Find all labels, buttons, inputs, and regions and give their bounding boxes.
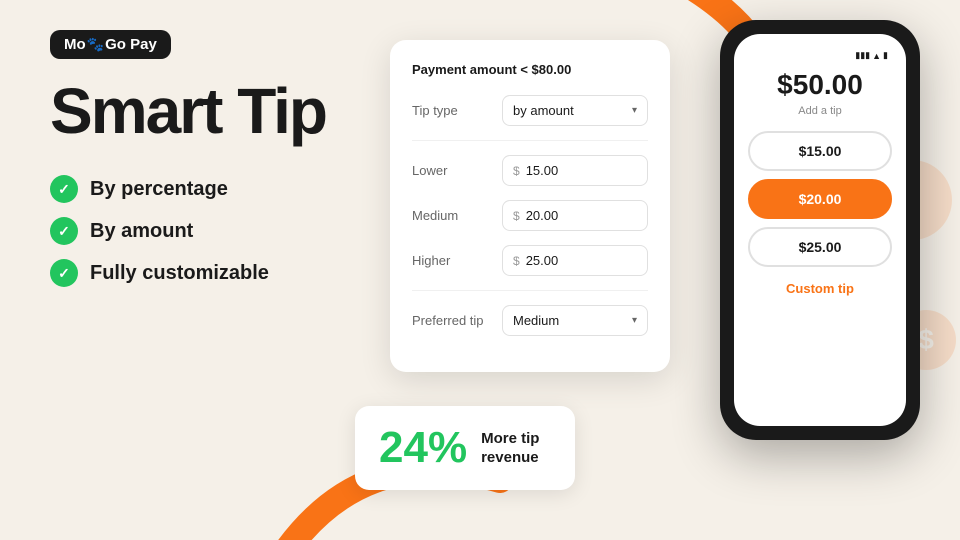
divider	[412, 290, 648, 291]
check-circle-amount: ✓	[50, 217, 78, 245]
chevron-down-icon: ▾	[632, 105, 637, 116]
label-lower: Lower	[412, 163, 502, 178]
select-tip-type-value: by amount	[513, 103, 574, 118]
select-tip-type[interactable]: by amount ▾	[502, 95, 648, 126]
card-title: Payment amount < $80.00	[412, 62, 648, 77]
form-row-preferred: Preferred tip Medium ▾	[412, 305, 648, 336]
check-icon: ✓	[58, 223, 70, 240]
stat-percent: 24%	[379, 426, 467, 470]
currency-symbol: $	[513, 164, 520, 178]
phone-screen: ▮▮▮ ▲ ▮ $50.00 Add a tip $15.00 $20.00 $…	[734, 34, 906, 426]
phone-mockup: ▮▮▮ ▲ ▮ $50.00 Add a tip $15.00 $20.00 $…	[720, 20, 920, 440]
stat-description: More tip revenue	[481, 429, 551, 468]
logo-text: Mo🐾Go Pay	[64, 36, 157, 53]
phone-status-bar: ▮▮▮ ▲ ▮	[748, 50, 892, 61]
check-circle-percentage: ✓	[50, 175, 78, 203]
signal-bars-icon: ▮▮▮	[855, 50, 870, 61]
input-medium-value: 20.00	[526, 208, 559, 223]
logo: Mo🐾Go Pay	[50, 30, 171, 59]
form-row-higher: Higher $ 25.00	[412, 245, 648, 276]
select-preferred-tip[interactable]: Medium ▾	[502, 305, 648, 336]
feature-list: ✓ By percentage ✓ By amount ✓ Fully cust…	[50, 175, 400, 287]
chevron-down-icon: ▾	[632, 315, 637, 326]
main-title: Smart Tip	[50, 79, 400, 143]
phone-add-tip-label: Add a tip	[748, 105, 892, 117]
feature-item-customizable: ✓ Fully customizable	[50, 259, 400, 287]
tip-button-15[interactable]: $15.00	[748, 131, 892, 171]
label-preferred-tip: Preferred tip	[412, 313, 502, 328]
feature-text-amount: By amount	[90, 220, 193, 243]
input-higher-value: 25.00	[526, 253, 559, 268]
stat-box: 24% More tip revenue	[355, 406, 575, 490]
form-row-medium: Medium $ 20.00	[412, 200, 648, 231]
feature-item-amount: ✓ By amount	[50, 217, 400, 245]
settings-card: Payment amount < $80.00 Tip type by amou…	[390, 40, 670, 372]
custom-tip-link[interactable]: Custom tip	[748, 281, 892, 296]
label-higher: Higher	[412, 253, 502, 268]
form-row-tip-type: Tip type by amount ▾	[412, 95, 648, 126]
left-section: Mo🐾Go Pay Smart Tip ✓ By percentage ✓ By…	[50, 30, 400, 287]
input-lower[interactable]: $ 15.00	[502, 155, 648, 186]
currency-symbol: $	[513, 254, 520, 268]
check-icon: ✓	[58, 265, 70, 282]
label-tip-type: Tip type	[412, 103, 502, 118]
wifi-icon: ▲	[872, 51, 881, 61]
currency-symbol: $	[513, 209, 520, 223]
input-medium[interactable]: $ 20.00	[502, 200, 648, 231]
input-lower-value: 15.00	[526, 163, 559, 178]
feature-item-percentage: ✓ By percentage	[50, 175, 400, 203]
battery-icon: ▮	[883, 50, 888, 61]
logo-paw-icon: 🐾	[87, 36, 104, 52]
check-circle-customizable: ✓	[50, 259, 78, 287]
phone-amount-display: $50.00	[748, 69, 892, 101]
input-higher[interactable]: $ 25.00	[502, 245, 648, 276]
tip-button-25[interactable]: $25.00	[748, 227, 892, 267]
divider	[412, 140, 648, 141]
feature-text-customizable: Fully customizable	[90, 262, 269, 285]
phone-amount-value: $50.00	[748, 69, 892, 101]
label-medium: Medium	[412, 208, 502, 223]
form-row-lower: Lower $ 15.00	[412, 155, 648, 186]
select-preferred-tip-value: Medium	[513, 313, 559, 328]
check-icon: ✓	[58, 181, 70, 198]
signal-icons: ▮▮▮ ▲ ▮	[855, 50, 888, 61]
tip-button-20[interactable]: $20.00	[748, 179, 892, 219]
feature-text-percentage: By percentage	[90, 178, 228, 201]
